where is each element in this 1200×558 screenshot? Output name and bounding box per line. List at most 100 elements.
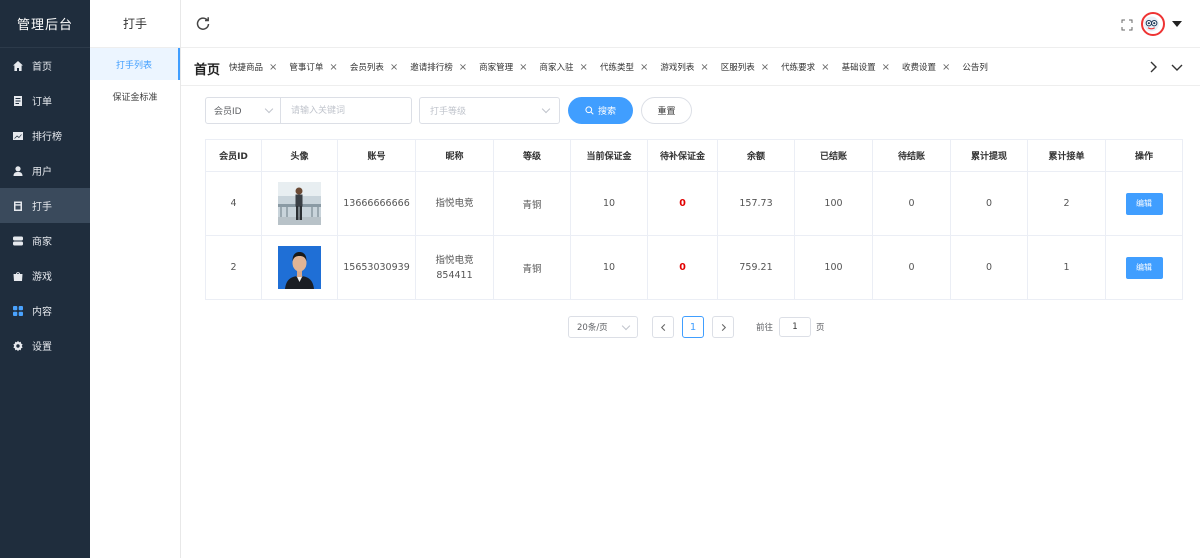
pagination: 20条/页 1 前往 页 — [568, 315, 825, 339]
user-avatar[interactable] — [1141, 12, 1165, 36]
tag-label: 管事订单 — [289, 63, 324, 73]
cell-settled: 100 — [795, 172, 873, 236]
top-header — [181, 0, 1200, 48]
tag-item[interactable]: 快捷商品 × — [229, 61, 277, 74]
sidebar-item-orders[interactable]: 订单 — [0, 83, 90, 118]
tag-label: 代练类型 — [599, 63, 634, 73]
keyword-input[interactable] — [281, 97, 412, 124]
tag-item[interactable]: 商家入驻 × — [539, 61, 588, 74]
search-button[interactable]: 搜索 — [568, 97, 633, 124]
tag-home[interactable]: 首页 — [194, 59, 220, 78]
fullscreen-icon[interactable] — [1121, 19, 1133, 31]
tag-label: 商家入驻 — [539, 63, 574, 73]
main-sidebar: 管理后台 首页 订单 排行榜 用户 打手 商家 游戏 内容 设置 — [0, 0, 90, 558]
close-icon[interactable]: × — [329, 62, 337, 73]
player-level-select[interactable]: 打手等级 — [419, 97, 560, 124]
user-icon — [12, 165, 24, 177]
close-icon[interactable]: × — [459, 62, 467, 73]
tag-item[interactable]: 代练要求 × — [781, 61, 829, 74]
edit-button[interactable]: 编辑 — [1125, 256, 1163, 279]
prev-page-button[interactable] — [652, 316, 674, 338]
goto-page-input[interactable] — [779, 317, 812, 337]
sub-sidebar: 打手 打手列表 保证金标准 — [90, 0, 181, 558]
refresh-icon[interactable] — [195, 16, 211, 32]
user-menu-caret-icon[interactable] — [1172, 21, 1182, 27]
close-icon[interactable]: × — [761, 62, 769, 73]
cell-deposit-due: 0 — [648, 236, 718, 300]
close-icon[interactable]: × — [519, 62, 527, 73]
page-size-select[interactable]: 20条/页 — [568, 316, 638, 338]
goto-unit: 页 — [816, 323, 825, 333]
close-icon[interactable]: × — [269, 62, 277, 73]
cell-deposit: 10 — [571, 172, 648, 236]
tag-item[interactable]: 基础设置 × — [842, 61, 890, 74]
chevron-down-icon — [264, 104, 274, 114]
submenu-item-player-list[interactable]: 打手列表 — [90, 48, 180, 80]
column-header: 当前保证金 — [571, 140, 648, 172]
close-icon[interactable]: × — [390, 62, 398, 73]
close-icon[interactable]: × — [882, 62, 890, 73]
tag-label: 商家管理 — [479, 63, 514, 73]
next-page-button[interactable] — [712, 316, 734, 338]
member-field-select-value: 会员ID — [214, 107, 242, 117]
tag-item[interactable]: 会员列表 × — [349, 61, 398, 74]
chevron-down-icon — [621, 321, 631, 330]
page-size-value: 20条/页 — [577, 323, 608, 333]
sidebar-item-content[interactable]: 内容 — [0, 293, 90, 328]
column-header: 余额 — [718, 140, 795, 172]
submenu-item-deposit-standard[interactable]: 保证金标准 — [90, 80, 180, 112]
edit-button[interactable]: 编辑 — [1125, 192, 1163, 215]
tags-list: 快捷商品 × 管事订单 × 会员列表 × 邀请排行榜 × 商家管理 × 商家入驻 × 代练类… — [229, 48, 1000, 85]
table-row: 2 15653030939 指悦电竞854411 青铜 10 0 759.21 … — [206, 236, 1183, 300]
cell-member-id: 2 — [206, 236, 262, 300]
column-header[interactable]: 会员ID — [206, 140, 262, 172]
close-icon[interactable]: × — [942, 62, 950, 73]
sidebar-item-home[interactable]: 首页 — [0, 48, 90, 83]
tag-item[interactable]: 商家管理 × — [479, 61, 527, 74]
column-header: 累计接单 — [1028, 140, 1106, 172]
tag-item[interactable]: 区服列表 × — [720, 61, 769, 74]
tag-label: 快捷商品 — [229, 63, 264, 73]
member-field-select[interactable]: 会员ID — [205, 97, 281, 124]
close-icon[interactable]: × — [821, 62, 829, 73]
sidebar-item-games[interactable]: 游戏 — [0, 258, 90, 293]
sidebar-item-label: 订单 — [32, 97, 52, 108]
cell-account: 13666666666 — [338, 172, 416, 236]
sidebar-item-users[interactable]: 用户 — [0, 153, 90, 188]
tag-label: 区服列表 — [720, 63, 755, 73]
tag-label: 游戏列表 — [660, 63, 695, 73]
players-table: 会员ID 头像 账号 昵称 等级 当前保证金 待补保证金 余额 已结账 待结账 … — [205, 139, 1183, 300]
cell-member-id: 4 — [206, 172, 262, 236]
chevron-down-icon[interactable] — [1169, 59, 1185, 75]
close-icon[interactable]: × — [640, 62, 648, 73]
player-avatar-image — [278, 182, 321, 225]
tag-item[interactable]: 公告列 — [962, 61, 988, 73]
sidebar-item-players[interactable]: 打手 — [0, 188, 90, 223]
chevron-right-icon[interactable] — [1145, 59, 1161, 75]
tag-item[interactable]: 代练类型 × — [599, 61, 648, 74]
reset-button[interactable]: 重置 — [641, 97, 692, 124]
close-icon[interactable]: × — [700, 62, 708, 73]
close-icon[interactable]: × — [580, 62, 588, 73]
sidebar-item-label: 商家 — [32, 237, 52, 248]
tag-item[interactable]: 收费设置 × — [902, 61, 950, 74]
tag-label: 会员列表 — [349, 63, 384, 73]
sidebar-item-ranking[interactable]: 排行榜 — [0, 118, 90, 153]
cell-balance: 157.73 — [718, 172, 795, 236]
chevron-right-icon — [721, 323, 726, 331]
cell-actions: 编辑 — [1106, 172, 1183, 236]
cell-orders: 1 — [1028, 236, 1106, 300]
tag-label: 公告列 — [962, 63, 988, 73]
sidebar-item-merchants[interactable]: 商家 — [0, 223, 90, 258]
cell-pending: 0 — [873, 236, 951, 300]
cell-avatar — [262, 236, 338, 300]
column-header: 待补保证金 — [648, 140, 718, 172]
tag-label: 邀请排行榜 — [410, 63, 453, 73]
tag-item[interactable]: 游戏列表 × — [660, 61, 708, 74]
cell-settled: 100 — [795, 236, 873, 300]
page-number-button[interactable]: 1 — [682, 316, 704, 338]
tag-item[interactable]: 邀请排行榜 × — [410, 61, 467, 74]
tag-item[interactable]: 管事订单 × — [289, 61, 337, 74]
search-button-label: 搜索 — [597, 107, 616, 117]
sidebar-item-settings[interactable]: 设置 — [0, 328, 90, 363]
